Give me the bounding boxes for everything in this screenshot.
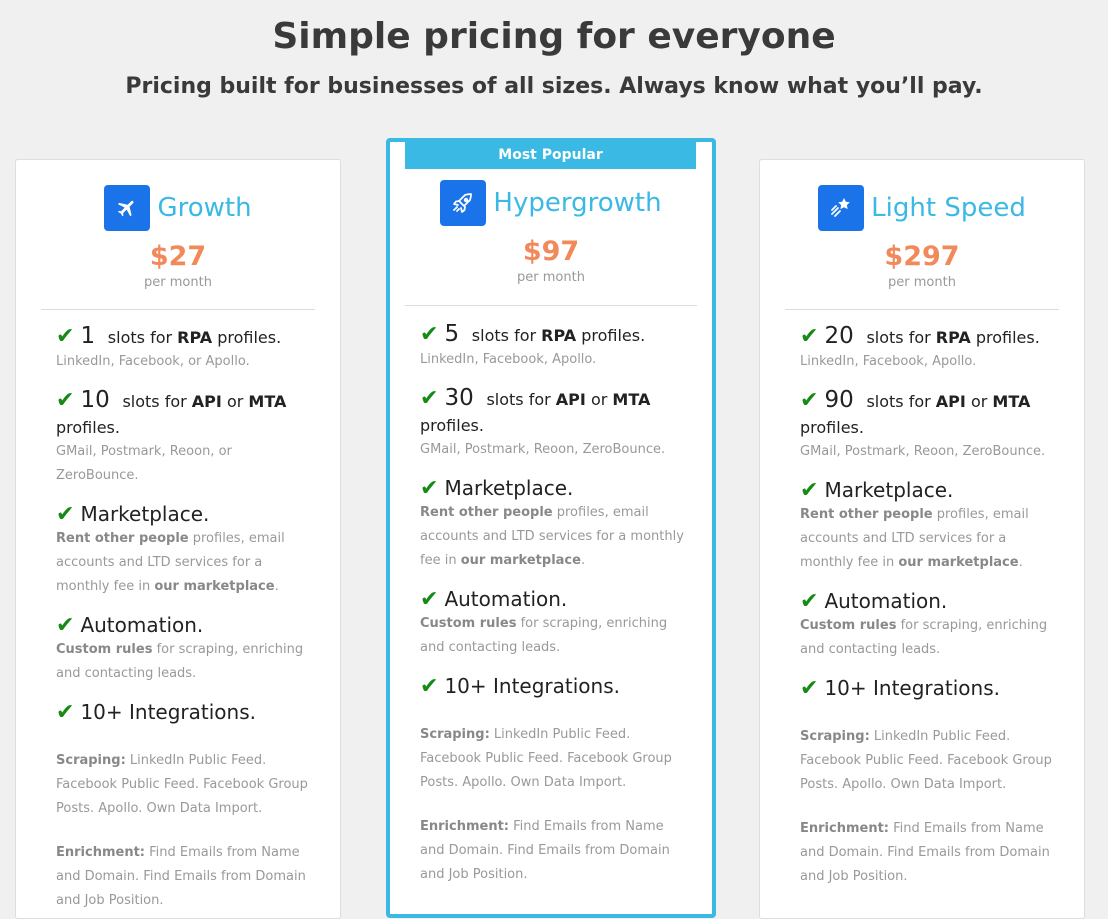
rocket-icon	[440, 180, 487, 226]
feature-integrations: ✔ 10+ Integrations.	[800, 676, 1000, 701]
shooting-star-icon	[818, 185, 865, 231]
feature-api: ✔ 30 slots for API or MTA profiles. GMail,…	[420, 385, 666, 457]
integration-scraping: Scraping: LinkedIn Public Feed. Facebook…	[56, 753, 308, 816]
check-icon: ✔	[800, 676, 819, 701]
check-icon: ✔	[56, 700, 75, 725]
feature-integrations: ✔ 10+ Integrations.	[56, 700, 256, 725]
check-icon: ✔	[800, 388, 819, 413]
airplane-icon	[104, 185, 151, 231]
integration-enrichment: Enrichment: Find Emails from Name and Do…	[800, 821, 1050, 884]
check-icon: ✔	[800, 324, 819, 349]
feature-rpa: ✔ 5 slots for RPA profiles. LinkedIn, Fac…	[420, 321, 646, 367]
feature-rpa: ✔ 20 slots for RPA profiles. LinkedIn, Fa…	[800, 323, 1040, 369]
feature-rpa: ✔ 1 slots for RPA profiles. LinkedIn, Fac…	[56, 323, 282, 369]
feature-marketplace: ✔ Marketplace. Rent other people profiles…	[420, 476, 684, 568]
page-subtitle: Pricing built for businesses of all size…	[125, 74, 983, 99]
check-icon: ✔	[56, 388, 75, 413]
plan-period: per month	[888, 275, 956, 290]
divider	[41, 309, 315, 310]
check-icon: ✔	[420, 476, 439, 501]
check-icon: ✔	[56, 502, 75, 527]
check-icon: ✔	[420, 322, 439, 347]
feature-marketplace: ✔ Marketplace. Rent other people profiles…	[56, 502, 285, 594]
plan-name: Light Speed	[871, 193, 1026, 223]
plan-card-light-speed: Light Speed $297 per month ✔ 20 slots for…	[759, 159, 1085, 919]
plan-price: $97	[522, 236, 580, 267]
plan-name: Growth	[157, 193, 252, 223]
most-popular-badge: Most Popular	[405, 142, 696, 169]
integration-scraping: Scraping: LinkedIn Public Feed. Facebook…	[420, 727, 672, 790]
integration-scraping: Scraping: LinkedIn Public Feed. Facebook…	[800, 729, 1052, 792]
feature-automation: ✔ Automation. Custom rules for scraping, …	[420, 587, 668, 655]
check-icon: ✔	[420, 587, 439, 612]
plan-price: $297	[884, 241, 960, 272]
feature-marketplace: ✔ Marketplace. Rent other people profiles…	[800, 478, 1029, 570]
plan-period: per month	[517, 270, 585, 285]
check-icon: ✔	[800, 589, 819, 614]
check-icon: ✔	[420, 674, 439, 699]
feature-integrations: ✔ 10+ Integrations.	[420, 674, 620, 699]
divider	[785, 309, 1059, 310]
check-icon: ✔	[56, 613, 75, 638]
plan-name: Hypergrowth	[493, 188, 662, 218]
page-title: Simple pricing for everyone	[272, 16, 836, 57]
check-icon: ✔	[800, 478, 819, 503]
feature-automation: ✔ Automation. Custom rules for scraping, …	[56, 613, 304, 681]
integration-enrichment: Enrichment: Find Emails from Name and Do…	[420, 819, 670, 882]
plan-period: per month	[144, 275, 212, 290]
feature-api: ✔ 90 slots for API or MTA profiles. GMail,…	[800, 387, 1046, 459]
feature-automation: ✔ Automation. Custom rules for scraping, …	[800, 589, 1048, 657]
plan-card-hypergrowth: Most Popular Hypergrowth $97 per month ✔…	[386, 138, 716, 918]
feature-api: ✔ 10 slots for API or MTA profiles. GMail,…	[56, 387, 287, 483]
check-icon: ✔	[420, 386, 439, 411]
check-icon: ✔	[56, 324, 75, 349]
divider	[405, 305, 697, 306]
plan-price: $27	[149, 241, 207, 272]
integration-enrichment: Enrichment: Find Emails from Name and Do…	[56, 845, 306, 908]
plan-card-growth: Growth $27 per month ✔ 1 slots for RPA pr…	[15, 159, 341, 919]
